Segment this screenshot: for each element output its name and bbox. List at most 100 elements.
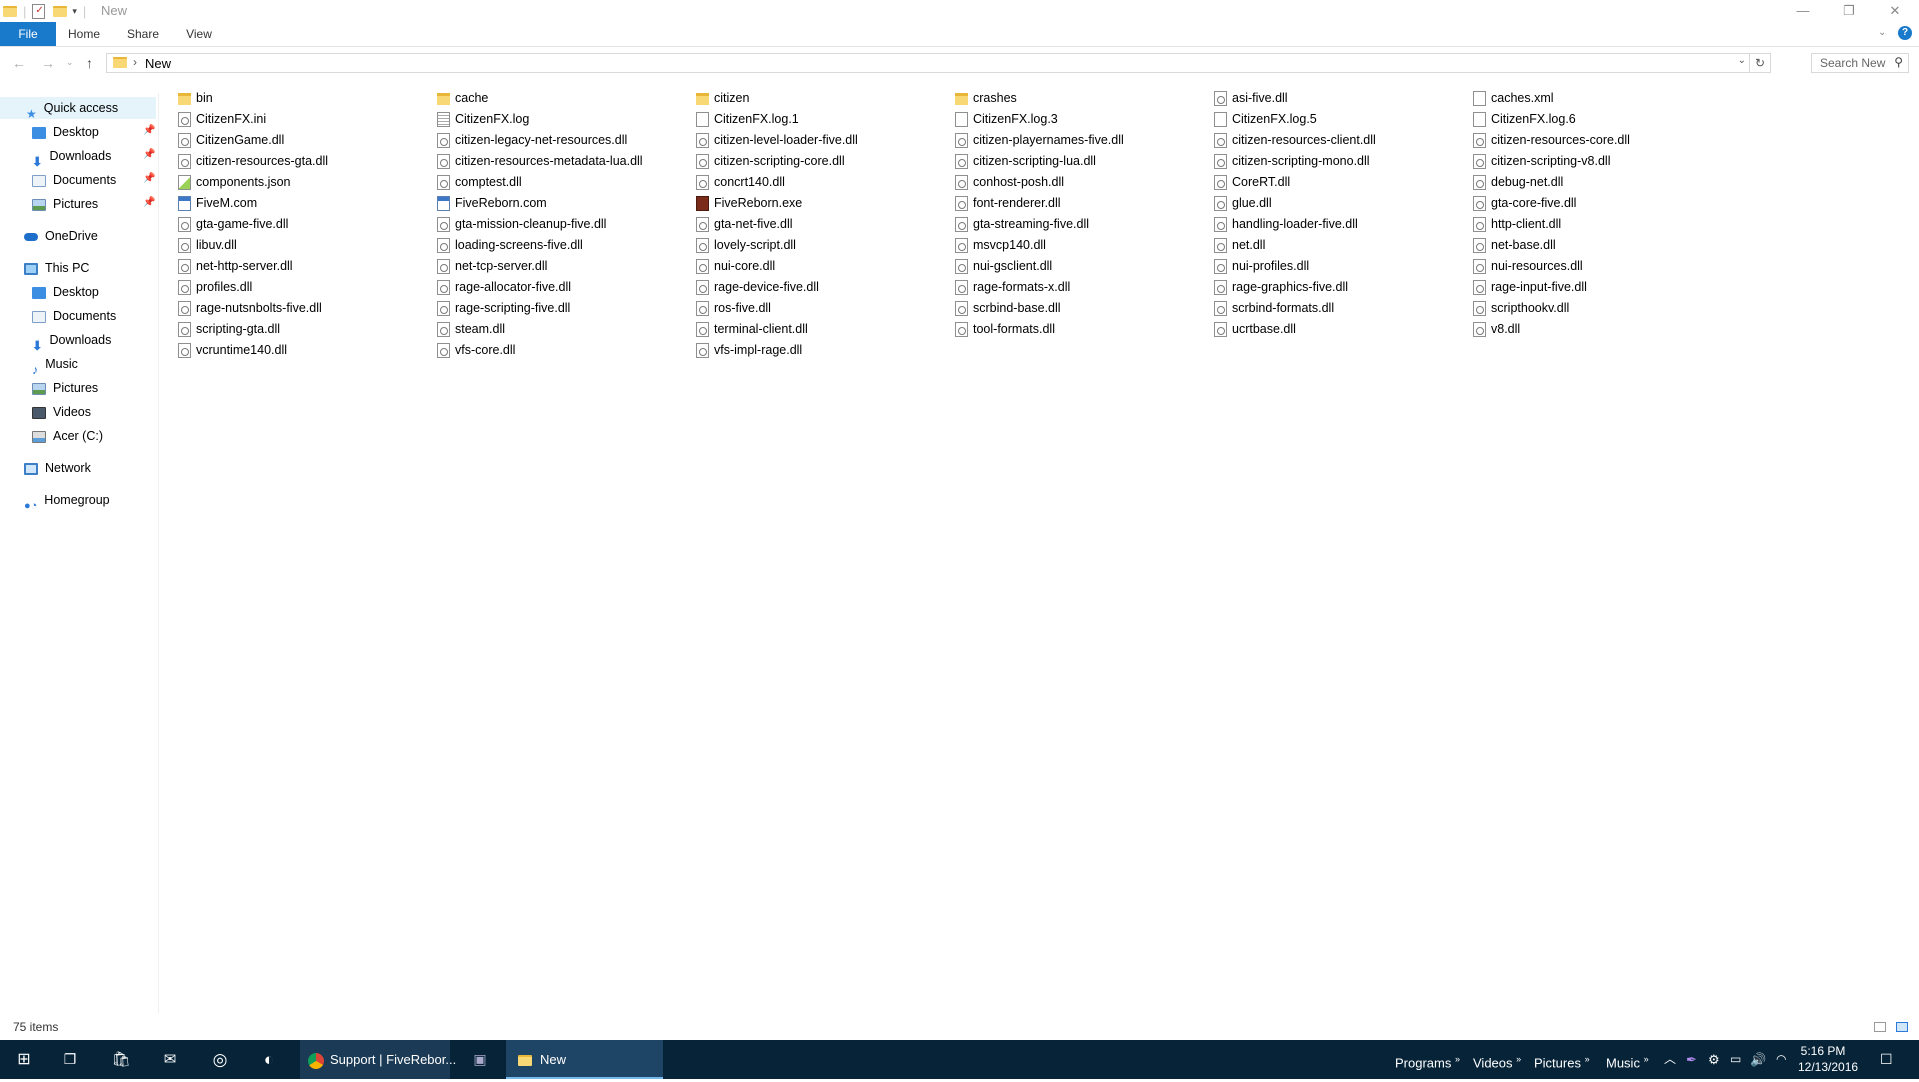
folder-item[interactable]: citizen [696, 88, 749, 108]
help-icon[interactable]: ? [1898, 26, 1912, 40]
file-item[interactable]: steam.dll [437, 319, 505, 339]
forward-icon[interactable]: → [41, 55, 55, 71]
large-icons-view-icon[interactable] [1896, 1022, 1908, 1032]
file-item[interactable]: CitizenFX.ini [178, 109, 266, 129]
file-item[interactable]: CitizenFX.log.6 [1473, 109, 1576, 129]
file-item[interactable]: scrbind-base.dll [955, 298, 1061, 318]
file-item[interactable]: net-tcp-server.dll [437, 256, 547, 276]
taskbar-explorer[interactable]: New [506, 1040, 663, 1079]
file-item[interactable]: rage-nutsnbolts-five.dll [178, 298, 322, 318]
toolbar-music[interactable]: Music » [1606, 1040, 1649, 1079]
app-icon[interactable]: ▣ [468, 1040, 492, 1079]
recent-locations-icon[interactable]: ⌄ [66, 57, 74, 68]
file-item[interactable]: gta-game-five.dll [178, 214, 288, 234]
file-item[interactable]: citizen-scripting-mono.dll [1214, 151, 1370, 171]
battery-icon[interactable]: ▭ [1730, 1040, 1741, 1079]
minimize-button[interactable]: — [1780, 0, 1826, 22]
file-item[interactable]: citizen-resources-client.dll [1214, 130, 1376, 150]
groove-icon[interactable]: ◎ [208, 1040, 232, 1079]
toolbar-programs[interactable]: Programs » [1395, 1040, 1460, 1079]
file-item[interactable]: font-renderer.dll [955, 193, 1061, 213]
nav-homegroup[interactable]: ●◔ Homegroup [24, 489, 110, 512]
nav-pc-desktop[interactable]: Desktop [32, 281, 99, 303]
nav-network[interactable]: Network [24, 457, 91, 479]
file-item[interactable]: scripthookv.dll [1473, 298, 1569, 318]
up-icon[interactable]: ↑ [86, 55, 93, 71]
tab-home[interactable]: Home [64, 22, 104, 46]
customize-qat-icon[interactable]: ▾ [72, 6, 77, 17]
start-icon[interactable]: ⊞ [12, 1040, 36, 1079]
file-item[interactable]: FiveReborn.exe [696, 193, 802, 213]
task-view-icon[interactable]: ❐ [58, 1040, 82, 1079]
obs-icon[interactable]: ◐ [257, 1040, 281, 1079]
file-item[interactable]: handling-loader-five.dll [1214, 214, 1358, 234]
file-item[interactable]: net-base.dll [1473, 235, 1556, 255]
toolbar-videos[interactable]: Videos » [1473, 1040, 1521, 1079]
file-item[interactable]: vfs-core.dll [437, 340, 515, 360]
tab-share[interactable]: Share [120, 22, 166, 46]
file-item[interactable]: v8.dll [1473, 319, 1520, 339]
file-item[interactable]: gta-net-five.dll [696, 214, 793, 234]
details-view-icon[interactable] [1874, 1022, 1886, 1032]
file-item[interactable]: rage-graphics-five.dll [1214, 277, 1348, 297]
steam-icon[interactable]: ⚙ [1708, 1040, 1720, 1079]
file-item[interactable]: CitizenGame.dll [178, 130, 284, 150]
mail-icon[interactable]: ✉ [158, 1040, 182, 1079]
nav-pc-pictures[interactable]: Pictures [32, 377, 98, 399]
file-item[interactable]: nui-resources.dll [1473, 256, 1583, 276]
back-icon[interactable]: ← [12, 55, 26, 71]
nav-onedrive[interactable]: OneDrive [24, 225, 98, 247]
file-item[interactable]: gta-core-five.dll [1473, 193, 1576, 213]
tab-view[interactable]: View [180, 22, 218, 46]
file-item[interactable]: components.json [178, 172, 291, 192]
file-item[interactable]: rage-input-five.dll [1473, 277, 1587, 297]
file-item[interactable]: rage-allocator-five.dll [437, 277, 571, 297]
file-item[interactable]: citizen-scripting-v8.dll [1473, 151, 1610, 171]
breadcrumb-current[interactable]: New [145, 56, 171, 71]
folder-item[interactable]: crashes [955, 88, 1017, 108]
file-item[interactable]: terminal-client.dll [696, 319, 808, 339]
nav-quick-downloads[interactable]: ⬇ Downloads [32, 145, 111, 169]
file-item[interactable]: citizen-scripting-core.dll [696, 151, 845, 171]
properties-icon[interactable]: ✓ [32, 3, 46, 19]
file-item[interactable]: scrbind-formats.dll [1214, 298, 1334, 318]
file-item[interactable]: asi-five.dll [1214, 88, 1288, 108]
breadcrumb-chevron-icon[interactable]: › [133, 55, 137, 69]
toolbar-pictures[interactable]: Pictures » [1534, 1040, 1590, 1079]
search-input[interactable]: Search New ⚲ [1811, 53, 1909, 73]
file-item[interactable]: CitizenFX.log.5 [1214, 109, 1317, 129]
wifi-icon[interactable]: ◠ [1776, 1040, 1786, 1079]
file-item[interactable]: nui-core.dll [696, 256, 775, 276]
nav-quick-documents[interactable]: Documents [32, 169, 116, 191]
file-item[interactable]: net-http-server.dll [178, 256, 293, 276]
file-item[interactable]: scripting-gta.dll [178, 319, 280, 339]
action-center-icon[interactable]: ☐ [1880, 1040, 1893, 1079]
address-dropdown-icon[interactable]: ⌄ [1738, 55, 1746, 66]
file-item[interactable]: FiveM.com [178, 193, 257, 213]
file-item[interactable]: citizen-resources-core.dll [1473, 130, 1630, 150]
file-item[interactable]: FiveReborn.com [437, 193, 547, 213]
file-item[interactable]: nui-gsclient.dll [955, 256, 1052, 276]
file-item[interactable]: concrt140.dll [696, 172, 785, 192]
nav-quick-pictures[interactable]: Pictures [32, 193, 98, 215]
file-item[interactable]: vcruntime140.dll [178, 340, 287, 360]
file-item[interactable]: vfs-impl-rage.dll [696, 340, 802, 360]
file-item[interactable]: libuv.dll [178, 235, 237, 255]
file-item[interactable]: debug-net.dll [1473, 172, 1563, 192]
folder-item[interactable]: cache [437, 88, 488, 108]
file-item[interactable]: CitizenFX.log.1 [696, 109, 799, 129]
clock[interactable]: 5:16 PM 12/13/2016 [1798, 1043, 1858, 1075]
file-item[interactable]: loading-screens-five.dll [437, 235, 583, 255]
nav-pc-documents[interactable]: Documents [32, 305, 116, 327]
file-item[interactable]: rage-formats-x.dll [955, 277, 1070, 297]
file-item[interactable]: citizen-legacy-net-resources.dll [437, 130, 627, 150]
file-item[interactable]: profiles.dll [178, 277, 252, 297]
nav-pc-videos[interactable]: Videos [32, 401, 91, 423]
file-item[interactable]: conhost-posh.dll [955, 172, 1064, 192]
file-item[interactable]: gta-mission-cleanup-five.dll [437, 214, 606, 234]
pen-icon[interactable]: ✒ [1686, 1040, 1697, 1079]
store-icon[interactable]: 🛍 [109, 1040, 133, 1079]
folder-item[interactable]: bin [178, 88, 213, 108]
file-item[interactable]: msvcp140.dll [955, 235, 1046, 255]
nav-pc-music[interactable]: ♪ Music [32, 353, 78, 377]
